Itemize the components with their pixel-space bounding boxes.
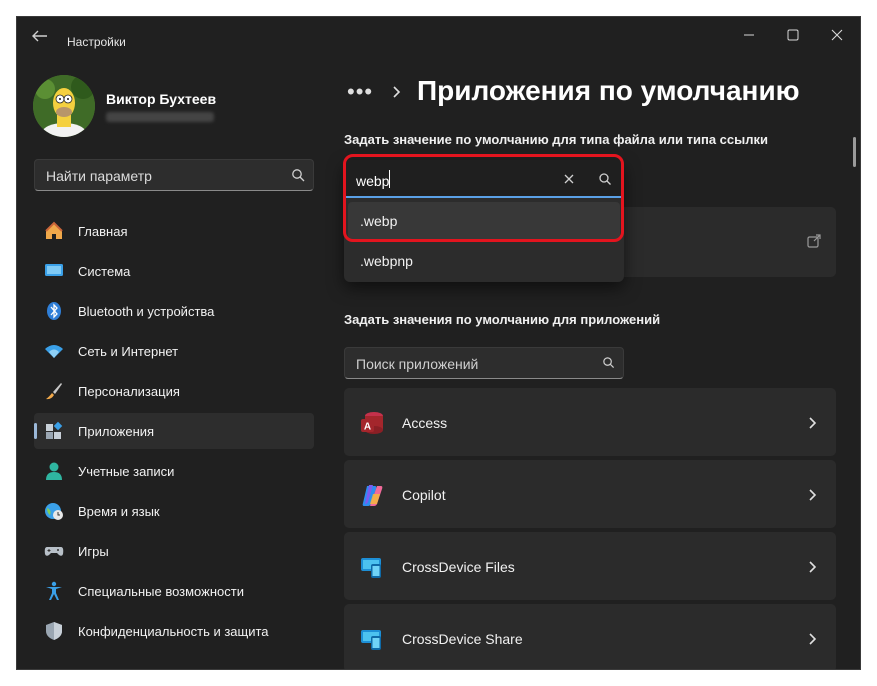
crossdevice-icon: [361, 630, 381, 650]
filetype-search-input[interactable]: webp: [344, 160, 624, 198]
shield-icon: [46, 622, 62, 640]
search-icon: [603, 357, 615, 369]
copilot-icon: [362, 485, 383, 506]
suggestion-item-webpnp[interactable]: .webpnp: [348, 242, 620, 280]
app-row-access[interactable]: A Access: [344, 388, 836, 456]
apps-icon: [46, 421, 63, 439]
minimize-icon[interactable]: [734, 24, 764, 46]
text-caret: [389, 170, 390, 188]
filetype-search-value: webp: [356, 173, 390, 189]
settings-window: Настройки Виктор Бухтеев Найти параметр …: [16, 16, 861, 670]
sidebar-item-network[interactable]: Сеть и Интернет: [34, 333, 314, 369]
settings-search-placeholder: Найти параметр: [46, 168, 152, 184]
sidebar-item-apps[interactable]: Приложения: [34, 413, 314, 449]
profile-name: Виктор Бухтеев: [106, 91, 217, 107]
apps-section-label: Задать значения по умолчанию для приложе…: [344, 312, 661, 327]
external-link-icon[interactable]: [806, 233, 822, 249]
sidebar-item-accounts[interactable]: Учетные записи: [34, 453, 314, 489]
window-title: Настройки: [67, 35, 126, 49]
sidebar-item-system[interactable]: Система: [34, 253, 314, 289]
brush-icon: [46, 383, 62, 400]
gamepad-icon: [44, 547, 64, 556]
sidebar-item-accessibility[interactable]: Специальные возможности: [34, 573, 314, 609]
sidebar-item-label: Конфиденциальность и защита: [78, 624, 269, 639]
home-icon: [45, 221, 63, 239]
breadcrumb-more-button[interactable]: •••: [347, 79, 373, 105]
filetype-section-label: Задать значение по умолчанию для типа фа…: [344, 132, 768, 147]
app-name: CrossDevice Share: [402, 631, 523, 647]
system-icon: [45, 264, 63, 276]
sidebar-item-time-language[interactable]: Время и язык: [34, 493, 314, 529]
sidebar-item-home[interactable]: Главная: [34, 213, 314, 249]
chevron-right-icon: [809, 489, 817, 501]
access-icon: A: [361, 412, 383, 434]
chevron-right-icon: [809, 417, 817, 429]
settings-search-input[interactable]: Найти параметр: [34, 159, 314, 191]
sidebar-item-label: Игры: [78, 544, 109, 559]
sidebar-nav: Главная Система Bluetooth и устройства С…: [34, 213, 314, 653]
content-scrollbar[interactable]: [853, 137, 856, 167]
suggestion-label: .webp: [360, 213, 398, 229]
search-icon[interactable]: [598, 172, 612, 186]
clear-icon[interactable]: [562, 172, 576, 186]
svg-text:A: A: [364, 422, 371, 433]
title-bar: Настройки: [17, 17, 860, 53]
avatar[interactable]: [33, 75, 95, 137]
sidebar-item-label: Система: [78, 264, 131, 279]
apps-search-input[interactable]: Поиск приложений: [344, 347, 624, 379]
user-icon: [46, 462, 62, 480]
sidebar-item-label: Специальные возможности: [78, 584, 244, 599]
avatar-image: [33, 75, 95, 137]
app-list: A Access Copilot CrossDevice Files Cross…: [344, 388, 836, 669]
wifi-icon: [45, 345, 63, 358]
sidebar-item-label: Главная: [78, 224, 128, 239]
globe-clock-icon: [45, 503, 63, 520]
search-icon: [292, 169, 305, 182]
chevron-right-icon: [393, 86, 401, 98]
suggestion-item-webp[interactable]: .webp: [348, 202, 620, 240]
back-arrow-icon[interactable]: [29, 27, 51, 45]
sidebar-item-bluetooth[interactable]: Bluetooth и устройства: [34, 293, 314, 329]
app-name: Copilot: [402, 487, 446, 503]
apps-search-placeholder: Поиск приложений: [356, 356, 479, 372]
chevron-right-icon: [809, 633, 817, 645]
sidebar-item-gaming[interactable]: Игры: [34, 533, 314, 569]
app-row-copilot[interactable]: Copilot: [344, 460, 836, 528]
sidebar-item-personalization[interactable]: Персонализация: [34, 373, 314, 409]
page-title: Приложения по умолчанию: [417, 75, 800, 106]
bluetooth-icon: [47, 302, 61, 320]
accessibility-icon: [46, 581, 62, 600]
filetype-search-dropdown: webp .webp .webpnp: [344, 160, 624, 282]
sidebar-item-label: Приложения: [78, 424, 155, 439]
profile-email-blurred: [106, 112, 214, 122]
sidebar-item-label: Персонализация: [78, 384, 180, 399]
maximize-icon[interactable]: [778, 24, 808, 46]
crossdevice-icon: [361, 558, 381, 578]
chevron-right-icon: [809, 561, 817, 573]
sidebar-item-label: Сеть и Интернет: [78, 344, 179, 359]
suggestion-label: .webpnp: [360, 253, 413, 269]
app-name: Access: [402, 415, 448, 431]
sidebar-item-label: Время и язык: [78, 504, 160, 519]
close-icon[interactable]: [822, 24, 852, 46]
sidebar-item-label: Bluetooth и устройства: [78, 304, 215, 319]
sidebar-item-label: Учетные записи: [78, 464, 175, 479]
sidebar-item-privacy[interactable]: Конфиденциальность и защита: [34, 613, 314, 649]
app-row-crossdevice-files[interactable]: CrossDevice Files: [344, 532, 836, 600]
app-name: CrossDevice Files: [402, 559, 515, 575]
app-row-crossdevice-share[interactable]: CrossDevice Share: [344, 604, 836, 669]
